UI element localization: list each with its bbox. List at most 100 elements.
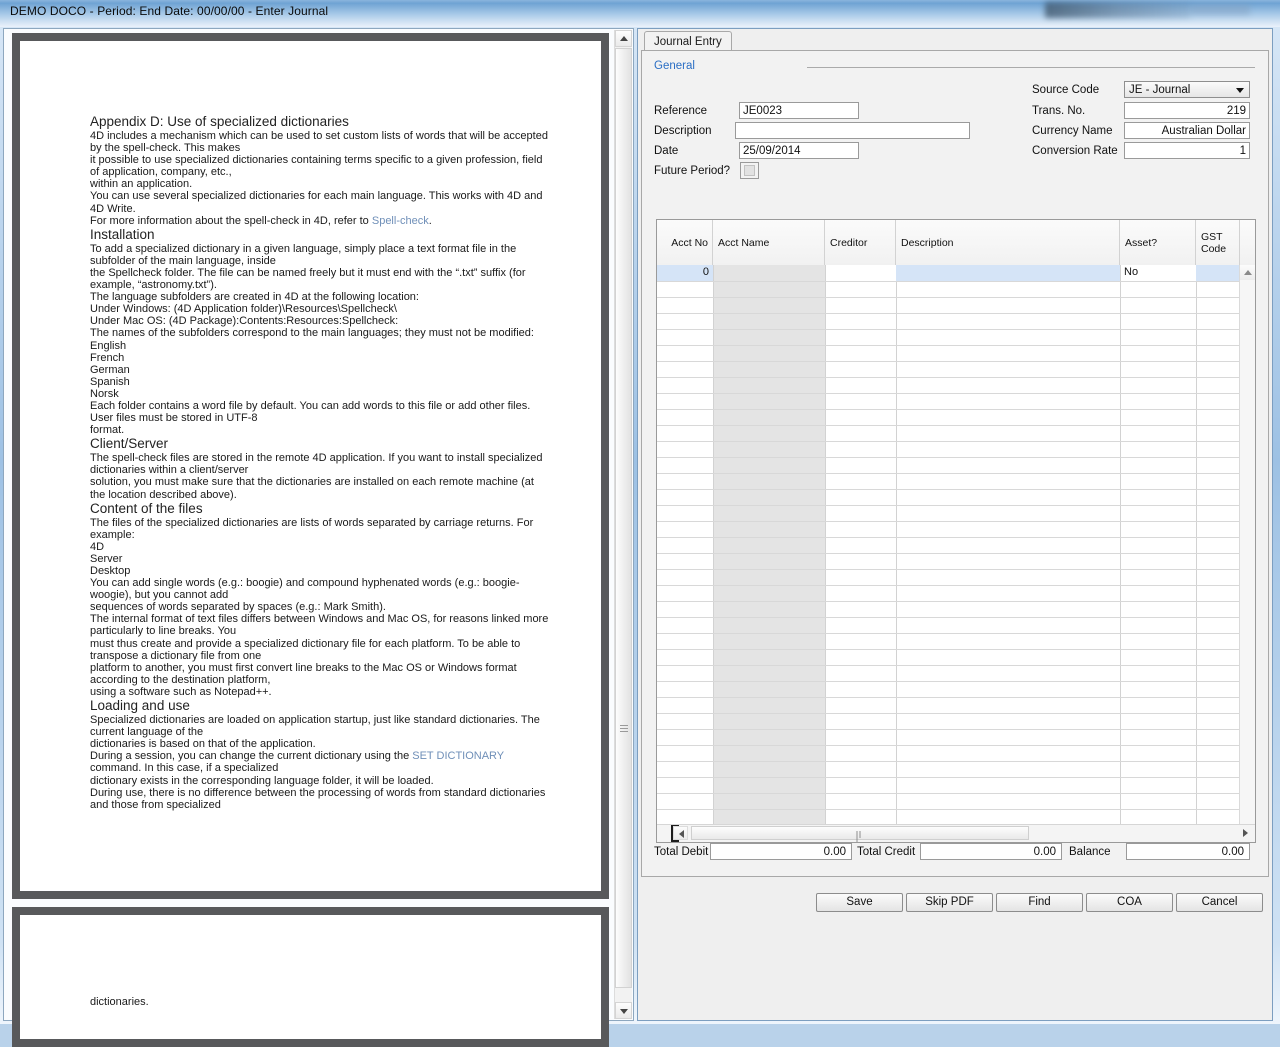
find-button[interactable]: Find bbox=[996, 893, 1083, 912]
grid-row-separator bbox=[657, 665, 1242, 666]
grid-column-separator bbox=[896, 265, 897, 842]
caret-down-icon bbox=[619, 1008, 628, 1014]
doc-paragraph: dictionary exists in the corresponding l… bbox=[90, 774, 434, 787]
tab-journal-entry[interactable]: Journal Entry bbox=[644, 31, 732, 51]
cell-description-bg bbox=[896, 265, 1120, 281]
doc-paragraph: You can use several specialized dictiona… bbox=[90, 190, 543, 215]
balance-label: Balance bbox=[1069, 846, 1111, 858]
future-period-label: Future Period? bbox=[654, 165, 731, 177]
doc-paragraph: Under Windows: (4D Application folder)\R… bbox=[90, 303, 397, 316]
document-viewer-pane: Appendix D: Use of specialized dictionar… bbox=[3, 28, 634, 1047]
cancel-button[interactable]: Cancel bbox=[1176, 893, 1263, 912]
grid-row-separator bbox=[657, 745, 1242, 746]
trans-no-input[interactable]: 219 bbox=[1124, 102, 1250, 119]
date-label: Date bbox=[654, 145, 679, 157]
grid-row-separator bbox=[657, 521, 1242, 522]
grid-row-separator bbox=[657, 345, 1242, 346]
grid-row-separator bbox=[657, 761, 1242, 762]
doc-paragraph-spellcheck: For more information about the spell-che… bbox=[90, 215, 550, 227]
doc-heading-appendix: Appendix D: Use of specialized dictionar… bbox=[90, 114, 349, 129]
document-page-1-body: Appendix D: Use of specialized dictionar… bbox=[20, 41, 601, 891]
grid-col-acct-no[interactable]: Acct No bbox=[657, 220, 713, 265]
total-debit-label: Total Debit bbox=[654, 846, 709, 858]
grid-scroll-left-button[interactable] bbox=[673, 826, 688, 840]
doc-paragraph: platform to another, you must first conv… bbox=[90, 661, 517, 686]
grid-scroll-up-button[interactable] bbox=[1240, 265, 1255, 280]
grid-row-separator bbox=[657, 553, 1242, 554]
doc-text-prefix: For more information about the spell-che… bbox=[90, 214, 372, 227]
doc-paragraph: format. bbox=[90, 424, 125, 437]
total-credit-label: Total Credit bbox=[857, 846, 916, 858]
grid-body[interactable]: 0 No bbox=[657, 265, 1255, 842]
spell-check-link[interactable]: Spell-check bbox=[372, 215, 429, 227]
grid-column-separator bbox=[825, 265, 826, 842]
caret-up-icon bbox=[1243, 270, 1252, 275]
date-input[interactable]: 25/09/2014 bbox=[739, 142, 859, 159]
cell-gst-code-bg bbox=[1196, 265, 1240, 281]
grid-vertical-scrollbar[interactable] bbox=[1239, 265, 1255, 825]
obscured-title-region bbox=[1045, 2, 1190, 18]
scrollbar-thumb[interactable] bbox=[615, 48, 632, 988]
grid-horizontal-scrollbar[interactable] bbox=[657, 824, 1255, 842]
scroll-down-button[interactable] bbox=[615, 1002, 632, 1019]
doc-paragraph: within an application. bbox=[90, 178, 193, 191]
doc-paragraph: sequences of words separated by spaces (… bbox=[90, 601, 386, 614]
section-header-general: General bbox=[654, 60, 695, 72]
caret-right-icon bbox=[1243, 829, 1248, 837]
total-debit-value: 0.00 bbox=[710, 843, 852, 860]
doc-text-suffix: command. In this case, if a specialized bbox=[90, 762, 279, 775]
currency-name-input[interactable]: Australian Dollar bbox=[1124, 122, 1250, 139]
doc-paragraph: The files of the specialized dictionarie… bbox=[90, 516, 534, 541]
caret-up-icon bbox=[619, 35, 628, 41]
obscured-title-region-2 bbox=[1190, 4, 1250, 15]
source-code-dropdown[interactable]: JE - Journal bbox=[1124, 81, 1250, 98]
conversion-rate-label: Conversion Rate bbox=[1032, 145, 1118, 157]
doc-paragraph: using a software such as Notepad++. bbox=[90, 685, 272, 698]
caret-left-icon bbox=[679, 830, 684, 838]
doc-paragraph: Specialized dictionaries are loaded on a… bbox=[90, 714, 540, 739]
document-vertical-scrollbar[interactable] bbox=[614, 30, 632, 1019]
doc-paragraph: The internal format of text files differ… bbox=[90, 613, 549, 638]
grid-row-separator bbox=[657, 297, 1242, 298]
grid-hscroll-thumb[interactable] bbox=[691, 826, 1029, 842]
section-divider bbox=[807, 67, 1255, 68]
set-dictionary-link[interactable]: SET DICTIONARY bbox=[412, 750, 504, 762]
grid-col-acct-name[interactable]: Acct Name bbox=[713, 220, 825, 265]
doc-heading-content: Content of the files bbox=[90, 500, 203, 516]
grid-col-creditor[interactable]: Creditor bbox=[825, 220, 896, 265]
future-period-checkbox[interactable] bbox=[740, 162, 759, 179]
conversion-rate-input[interactable]: 1 bbox=[1124, 142, 1250, 159]
grid-row-separator bbox=[657, 537, 1242, 538]
grid-row-separator bbox=[657, 425, 1242, 426]
coa-button[interactable]: COA bbox=[1086, 893, 1173, 912]
doc-paragraph: English bbox=[90, 339, 127, 352]
scroll-up-button[interactable] bbox=[615, 30, 632, 47]
title-bar: DEMO DOCO - Period: End Date: 00/00/00 -… bbox=[0, 0, 1280, 27]
grid-header-row: Acct No Acct Name Creditor Description A… bbox=[657, 220, 1255, 266]
save-button[interactable]: Save bbox=[816, 893, 903, 912]
grid-row-separator bbox=[657, 569, 1242, 570]
grid-column-separator bbox=[1120, 265, 1121, 842]
cell-acct-no[interactable]: 0 bbox=[657, 266, 709, 279]
window-title: DEMO DOCO - Period: End Date: 00/00/00 -… bbox=[10, 4, 329, 18]
grid-col-description[interactable]: Description bbox=[896, 220, 1120, 265]
grid-row-separator bbox=[657, 281, 1242, 282]
table-row[interactable]: 0 No bbox=[657, 265, 1242, 281]
doc-paragraph: Spanish bbox=[90, 375, 130, 388]
grid-col-gst-code[interactable]: GST Code bbox=[1196, 220, 1240, 265]
doc-paragraph: dictionaries is based on that of the app… bbox=[90, 738, 316, 751]
grid-col-asset[interactable]: Asset? bbox=[1120, 220, 1196, 265]
reference-input[interactable]: JE0023 bbox=[739, 102, 859, 119]
skip-pdf-button[interactable]: Skip PDF bbox=[906, 893, 993, 912]
grid-row-separator bbox=[657, 393, 1242, 394]
grid-row-separator bbox=[657, 489, 1242, 490]
doc-text-suffix: . bbox=[428, 214, 432, 227]
description-input[interactable] bbox=[735, 122, 970, 139]
journal-lines-grid[interactable]: Acct No Acct Name Creditor Description A… bbox=[656, 219, 1256, 843]
currency-name-label: Currency Name bbox=[1032, 125, 1113, 137]
grid-scroll-right-button[interactable] bbox=[1238, 826, 1253, 840]
doc-paragraph: The names of the subfolders correspond t… bbox=[90, 327, 534, 340]
journal-entry-pane: Journal Entry General Reference JE0023 D… bbox=[637, 28, 1273, 1021]
cell-asset[interactable]: No bbox=[1124, 266, 1194, 279]
grid-row-separator bbox=[657, 617, 1242, 618]
